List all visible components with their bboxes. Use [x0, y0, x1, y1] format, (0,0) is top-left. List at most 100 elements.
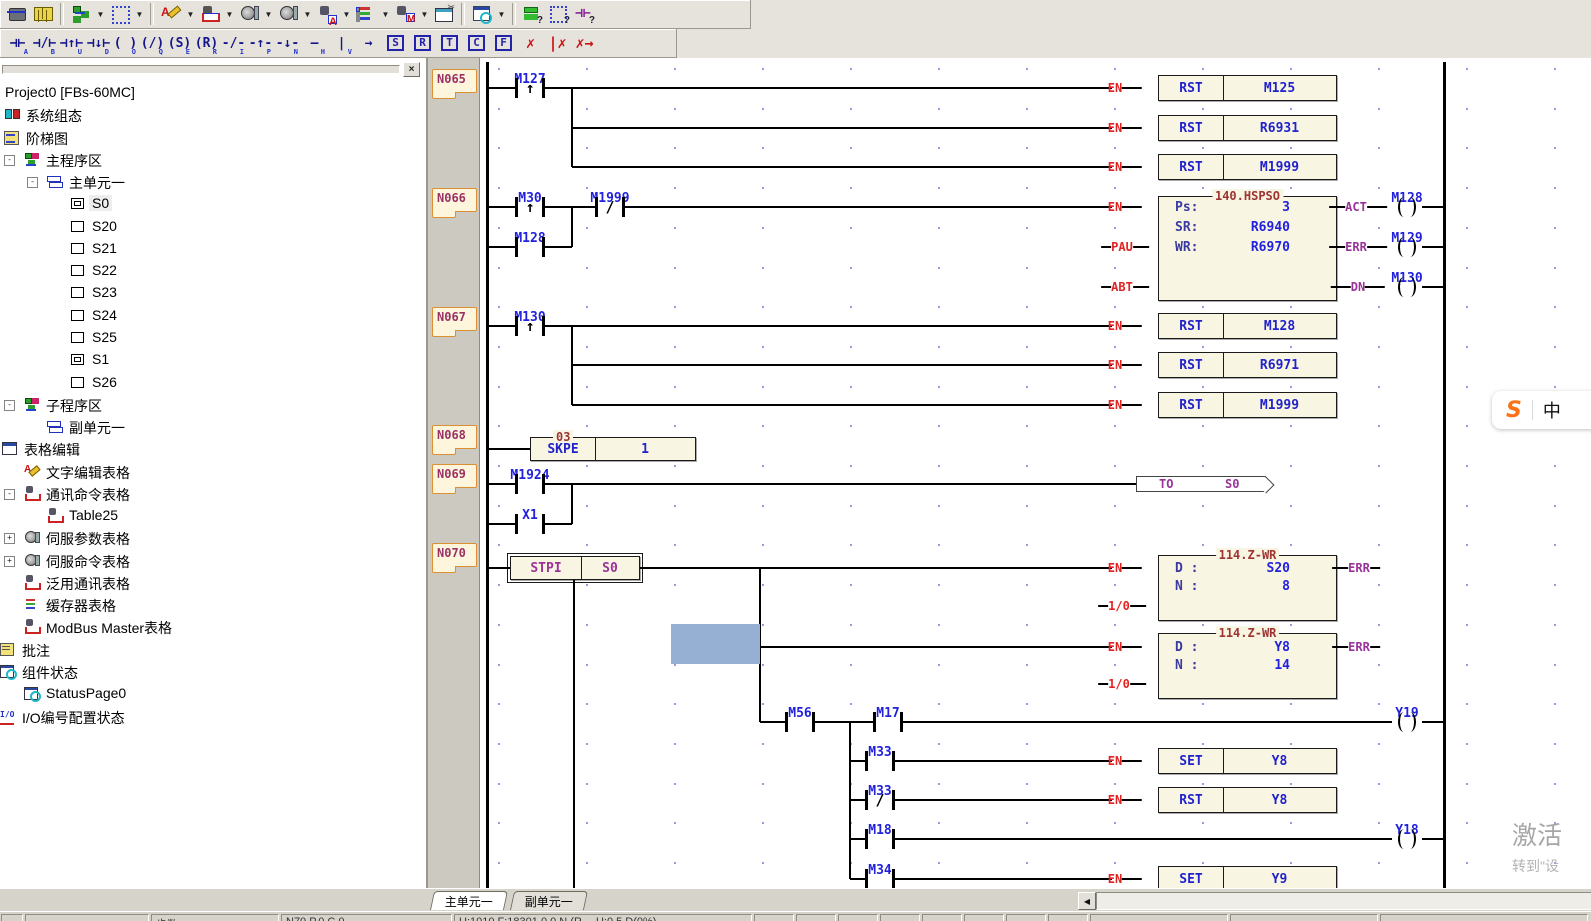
ladder-contact-no[interactable]: [865, 829, 895, 849]
servo-param-table-button-dropdown[interactable]: ▼: [262, 2, 275, 26]
function-block-140-hspso[interactable]: 140.HSPSOPs:3SR:R6940WR:R6970: [1158, 196, 1337, 301]
ladder-contact-no[interactable]: [785, 712, 815, 732]
contact-falling-tool[interactable]: ⊣↓⊢D: [85, 30, 112, 56]
panel-grip[interactable]: [2, 65, 400, 74]
ladder-contact-nc[interactable]: /: [865, 790, 895, 810]
instruction-block-skpe[interactable]: 03SKPE1: [530, 437, 696, 461]
ladder-contact-no[interactable]: [515, 237, 545, 257]
tree-expander[interactable]: -: [4, 489, 15, 500]
table-cut-button[interactable]: [431, 2, 457, 26]
servo-command-table-button-dropdown[interactable]: ▼: [301, 2, 314, 26]
ladder-contact-no[interactable]: [873, 712, 903, 732]
register-table-button-dropdown[interactable]: ▼: [379, 2, 392, 26]
function-block-rst-m1999[interactable]: RSTM1999: [1158, 392, 1337, 418]
function-block-set-y9[interactable]: SETY9: [1158, 866, 1337, 888]
tree-expander[interactable]: +: [4, 533, 15, 544]
comm-command-table-button[interactable]: [197, 2, 223, 26]
text-edit-table-button[interactable]: [158, 2, 184, 26]
ladder-coil[interactable]: [1392, 829, 1422, 849]
tab-副单元一[interactable]: 副单元一: [510, 891, 588, 910]
rising-line-tool[interactable]: -↑-P: [247, 30, 274, 56]
close-icon[interactable]: ×: [403, 62, 420, 77]
general-comm-table-button[interactable]: [314, 2, 340, 26]
tab-scroll-left-button[interactable]: ◀: [1078, 892, 1096, 910]
servo-command-table-button[interactable]: [275, 2, 301, 26]
relay-tool[interactable]: R: [409, 30, 436, 56]
network-label-N069[interactable]: N069: [432, 464, 477, 488]
comm-command-table-button-dropdown[interactable]: ▼: [223, 2, 236, 26]
coil-not-tool[interactable]: (/)Q: [139, 30, 166, 56]
instruction-block-stpi[interactable]: STPIS0: [510, 556, 640, 580]
function-block-rst-m128[interactable]: RSTM128: [1158, 313, 1337, 339]
modbus-table-button[interactable]: [392, 2, 418, 26]
function-block-rst-r6971[interactable]: RSTR6971: [1158, 352, 1337, 378]
ladder-coil[interactable]: [1392, 237, 1422, 257]
function-block-114-z-wr[interactable]: 114.Z-WRD :S20N :8: [1158, 555, 1337, 621]
modbus-table-button-dropdown[interactable]: ▼: [418, 2, 431, 26]
function-tool[interactable]: F: [490, 30, 517, 56]
delete-vline-tool[interactable]: |✗: [544, 30, 571, 56]
network-label-N066[interactable]: N066: [432, 188, 477, 212]
text-edit-table-button-dropdown[interactable]: ▼: [184, 2, 197, 26]
ladder-view-button[interactable]: [107, 2, 133, 26]
ladder-contact-rise[interactable]: ↑: [515, 78, 545, 98]
network-label-N065[interactable]: N065: [432, 69, 477, 93]
ladder-coil[interactable]: [1392, 277, 1422, 297]
coil-set-tool[interactable]: (S)E: [166, 30, 193, 56]
servo-param-table-button[interactable]: [236, 2, 262, 26]
jump-to-step-box[interactable]: TOS0: [1136, 476, 1266, 492]
project-library-button[interactable]: [30, 2, 56, 26]
tree-expander[interactable]: +: [4, 556, 15, 567]
tree-expander[interactable]: -: [4, 155, 15, 166]
network-label-N068[interactable]: N068: [432, 425, 477, 449]
timer-tool[interactable]: T: [436, 30, 463, 56]
counter-tool[interactable]: C: [463, 30, 490, 56]
ladder-contact-no[interactable]: [515, 514, 545, 534]
ladder-coil[interactable]: [1392, 197, 1422, 217]
ladder-query-button[interactable]: [546, 2, 572, 26]
contact-nc-tool[interactable]: ⊣/⊢B: [31, 30, 58, 56]
ladder-contact-no[interactable]: [865, 869, 895, 888]
component-status-find-button-dropdown[interactable]: ▼: [495, 2, 508, 26]
ladder-contact-nc[interactable]: /: [595, 197, 625, 217]
tree-expander[interactable]: -: [4, 400, 15, 411]
tree-expander[interactable]: -: [27, 177, 38, 188]
ladder-contact-no[interactable]: [515, 474, 545, 494]
arrow-tool[interactable]: →: [355, 30, 382, 56]
offline-simulation-button[interactable]: [4, 2, 30, 26]
falling-line-tool[interactable]: -↓-N: [274, 30, 301, 56]
project-tree-button[interactable]: [68, 2, 94, 26]
project-tree-button-dropdown[interactable]: ▼: [94, 2, 107, 26]
general-comm-table-button-dropdown[interactable]: ▼: [340, 2, 353, 26]
horizontal-scrollbar[interactable]: [1096, 892, 1591, 910]
contact-query-button[interactable]: [572, 2, 598, 26]
ladder-editor[interactable]: N065M127↑ENRSTM125ENRSTR6931ENRSTM1999N0…: [428, 58, 1591, 888]
vline-tool[interactable]: |V: [328, 30, 355, 56]
ime-indicator[interactable]: S 中: [1492, 391, 1591, 429]
ladder-coil[interactable]: [1392, 712, 1422, 732]
register-table-button[interactable]: [353, 2, 379, 26]
ladder-contact-no[interactable]: [865, 751, 895, 771]
component-status-find-button[interactable]: [469, 2, 495, 26]
function-block-rst-m1999[interactable]: RSTM1999: [1158, 154, 1337, 180]
network-label-N067[interactable]: N067: [432, 307, 477, 331]
status-query-button[interactable]: [520, 2, 546, 26]
contact-no-tool[interactable]: ⊣⊢A: [4, 30, 31, 56]
invert-tool[interactable]: -/-I: [220, 30, 247, 56]
hline-tool[interactable]: —H: [301, 30, 328, 56]
step-tool[interactable]: S: [382, 30, 409, 56]
contact-rising-tool[interactable]: ⊣↑⊢U: [58, 30, 85, 56]
delete-element-tool[interactable]: ✗: [517, 30, 544, 56]
function-block-rst-y8[interactable]: RSTY8: [1158, 787, 1337, 813]
function-block-rst-r6931[interactable]: RSTR6931: [1158, 115, 1337, 141]
tab-主单元一[interactable]: 主单元一: [430, 891, 508, 910]
function-block-set-y8[interactable]: SETY8: [1158, 748, 1337, 774]
delete-hline-tool[interactable]: ✗→: [571, 30, 598, 56]
ladder-contact-rise[interactable]: ↑: [515, 197, 545, 217]
function-block-rst-m125[interactable]: RSTM125: [1158, 75, 1337, 101]
coil-reset-tool[interactable]: (R)R: [193, 30, 220, 56]
ladder-view-button-dropdown[interactable]: ▼: [133, 2, 146, 26]
network-label-N070[interactable]: N070: [432, 543, 477, 567]
coil-out-tool[interactable]: ( )O: [112, 30, 139, 56]
function-block-114-z-wr[interactable]: 114.Z-WRD :Y8N :14: [1158, 633, 1337, 699]
